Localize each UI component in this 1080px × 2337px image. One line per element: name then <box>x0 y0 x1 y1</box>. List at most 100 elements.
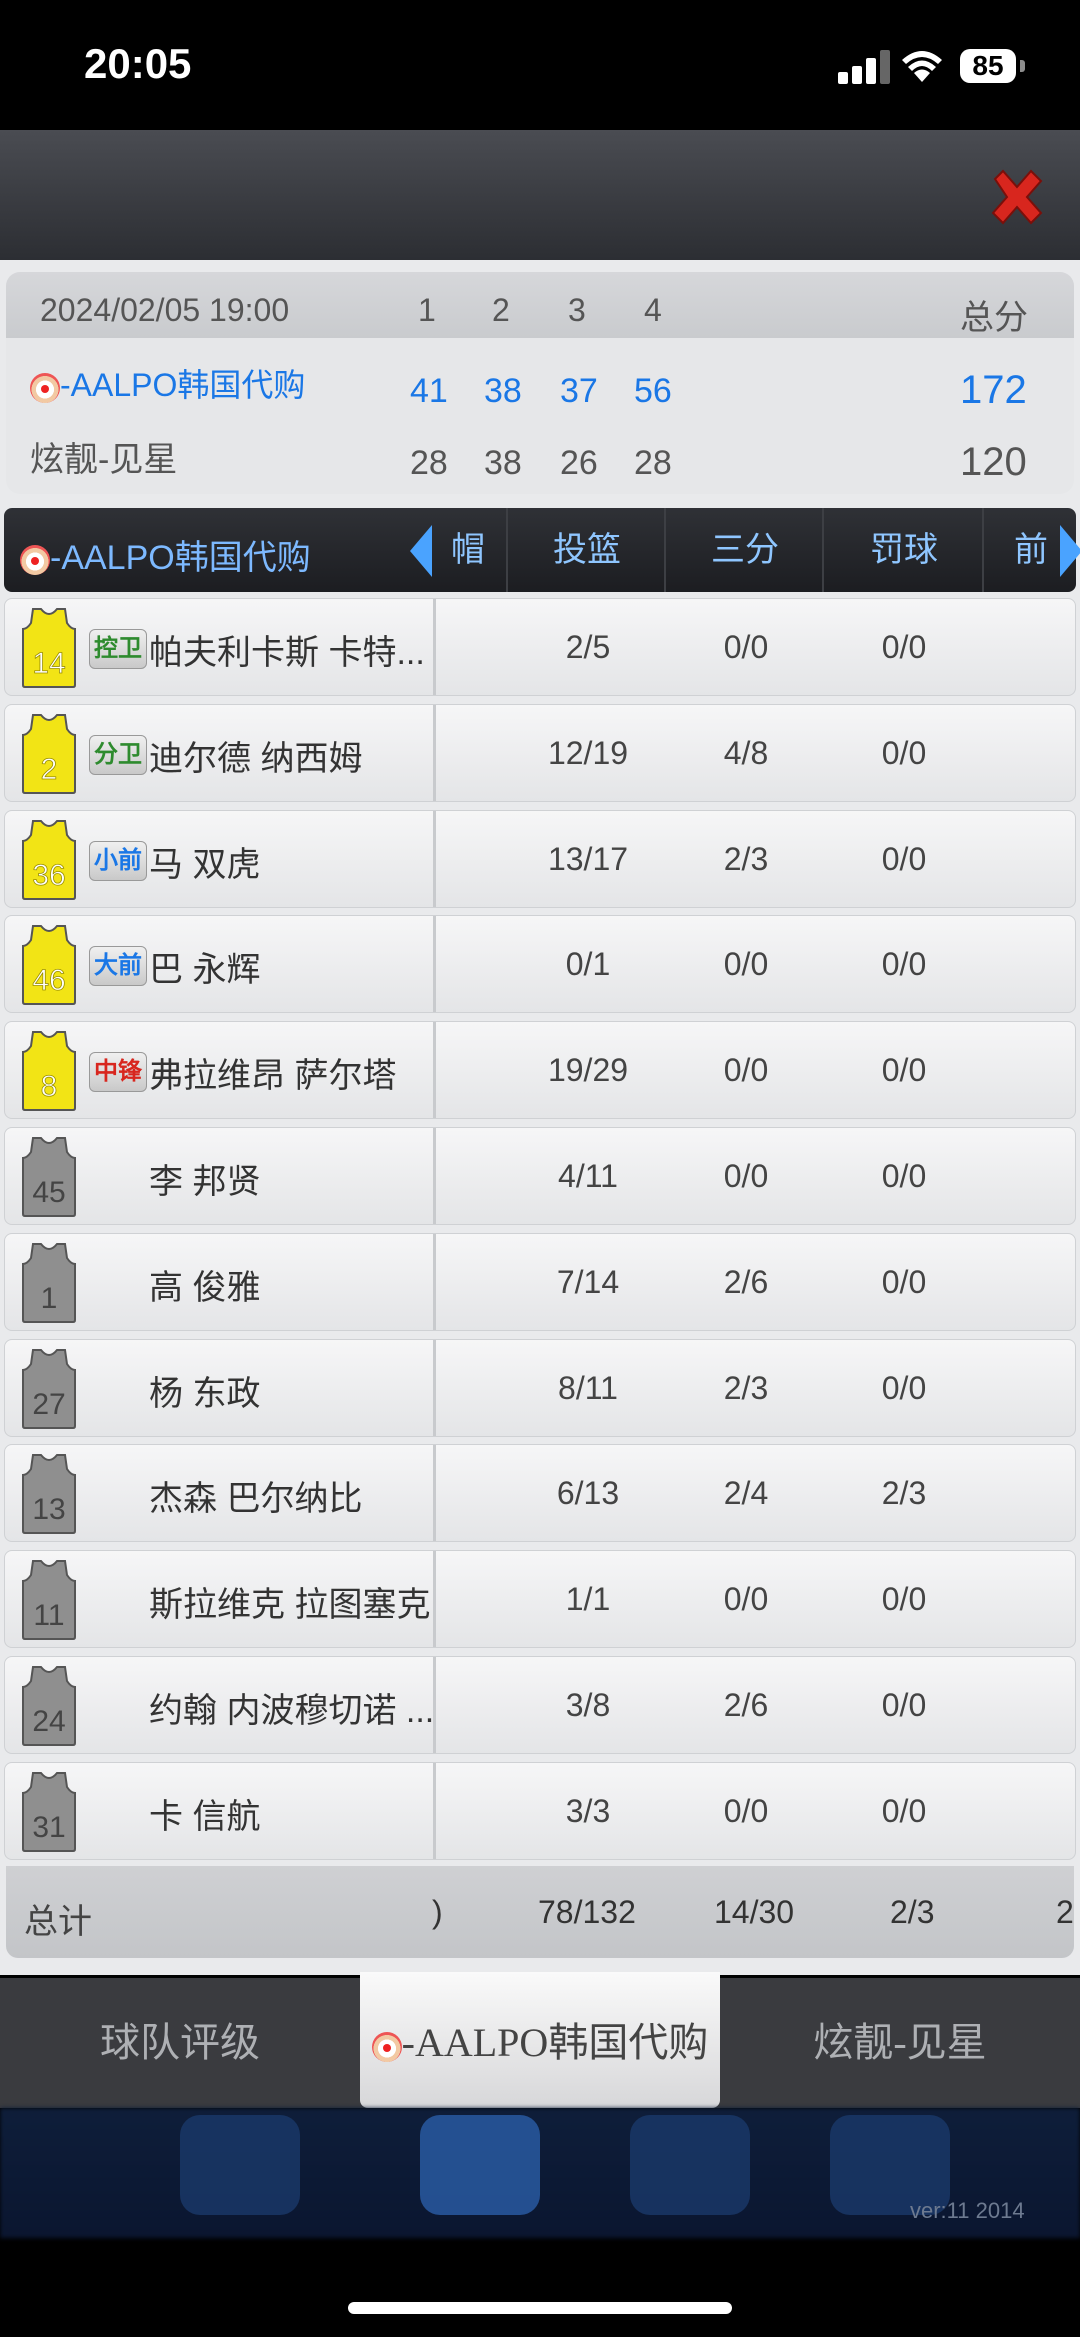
scroll-left-arrow-icon[interactable] <box>410 525 432 577</box>
total-cut-cell-right: 2 <box>1056 1894 1074 1930</box>
team-b-name: 炫靓-见星 <box>30 441 178 479</box>
stat-fg: 12/19 <box>547 735 629 771</box>
player-name: 马 双虎 <box>149 846 261 884</box>
battery-tip <box>1020 60 1025 72</box>
team-a-name: -AALPO韩国代购 <box>30 360 305 406</box>
player-row[interactable]: 24 约翰 内波穆切诺 ... 3/8 2/6 0/0 <box>4 1656 1076 1754</box>
player-name: 帕夫利卡斯 卡特... <box>149 634 425 672</box>
stat-fg: 19/29 <box>547 1052 629 1088</box>
close-icon[interactable] <box>985 165 1049 229</box>
svg-text:1: 1 <box>41 1282 58 1315</box>
svg-text:45: 45 <box>32 1176 65 1209</box>
jersey-icon: 14 <box>22 608 76 688</box>
player-name: 高 俊雅 <box>149 1269 261 1307</box>
clown-avatar-icon <box>371 2031 402 2062</box>
jersey-icon: 2 <box>22 714 76 794</box>
game-date: 2024/02/05 19:00 <box>40 292 290 328</box>
tab-team-a[interactable]: -AALPO韩国代购 <box>360 1978 720 2108</box>
stat-ft: 0/0 <box>881 1687 927 1723</box>
wifi-icon <box>902 51 942 82</box>
player-name: 约翰 内波穆切诺 ... <box>149 1692 435 1730</box>
stat-tp: 0/0 <box>723 1158 769 1194</box>
stat-fg: 2/5 <box>565 629 611 665</box>
quarter-3-label: 3 <box>568 292 586 328</box>
player-row[interactable]: 31 卡 信航 3/3 0/0 0/0 <box>4 1762 1076 1860</box>
quarter-4-label: 4 <box>644 292 662 328</box>
jersey-icon: 11 <box>22 1560 76 1640</box>
total-row-label: 总计 <box>24 1903 92 1941</box>
player-name: 巴 永辉 <box>149 951 261 989</box>
stat-tp: 0/0 <box>723 629 769 665</box>
stat-ft: 0/0 <box>881 1264 927 1300</box>
stat-tp: 2/6 <box>723 1264 769 1300</box>
col-header-partial[interactable]: 帽 <box>432 508 504 592</box>
stat-ft: 0/0 <box>881 1052 927 1088</box>
home-indicator[interactable] <box>348 2302 732 2314</box>
player-row[interactable]: 46 大前巴 永辉 0/1 0/0 0/0 <box>4 915 1076 1013</box>
team-a-total: 172 <box>960 368 1027 412</box>
stat-ft: 0/0 <box>881 841 927 877</box>
team-b-q1: 28 <box>410 444 448 482</box>
player-row[interactable]: 13 杰森 巴尔纳比 6/13 2/4 2/3 <box>4 1444 1076 1542</box>
stat-tp: 0/0 <box>723 946 769 982</box>
total-3p: 14/30 <box>714 1894 795 1930</box>
team-b-total: 120 <box>960 440 1027 484</box>
svg-text:36: 36 <box>32 859 65 892</box>
scroll-right-arrow-icon[interactable] <box>1060 525 1080 577</box>
stat-ft: 0/0 <box>881 629 927 665</box>
svg-text:24: 24 <box>32 1705 65 1738</box>
clown-avatar-icon <box>20 545 50 576</box>
position-badge: 中锋 <box>89 1052 147 1092</box>
table-team-name[interactable]: -AALPO韩国代购 <box>20 530 311 579</box>
player-row[interactable]: 2 分卫 迪尔德 纳西姆 12/19 4/8 0/0 <box>4 704 1076 802</box>
stat-fg: 13/17 <box>547 841 629 877</box>
player-row[interactable]: 11 斯拉维克 拉图塞克 1/1 0/0 0/0 <box>4 1550 1076 1648</box>
player-row[interactable]: 14 控卫 帕夫利卡斯 卡特... 2/5 0/0 0/0 <box>4 598 1076 696</box>
table-team-name-text: -AALPO韩国代购 <box>50 539 311 577</box>
team-b-q4: 28 <box>634 444 672 482</box>
stat-fg: 8/11 <box>558 1370 618 1406</box>
stat-ft: 0/0 <box>881 1793 927 1829</box>
stat-ft: 0/0 <box>881 946 927 982</box>
stat-fg: 4/11 <box>558 1158 618 1194</box>
position-badge: 控卫 <box>89 629 147 669</box>
jersey-icon: 24 <box>22 1666 76 1746</box>
player-row[interactable]: 1 高 俊雅 7/14 2/6 0/0 <box>4 1233 1076 1331</box>
jersey-icon: 46 <box>22 925 76 1005</box>
svg-text:31: 31 <box>32 1811 65 1844</box>
player-row[interactable]: 36 小前马 双虎 13/17 2/3 0/0 <box>4 810 1076 908</box>
status-time: 20:05 <box>84 40 192 87</box>
quarter-2-label: 2 <box>492 292 510 328</box>
jersey-icon: 1 <box>22 1243 76 1323</box>
stat-tp: 0/0 <box>723 1793 769 1829</box>
total-row: 总计 ) 78/132 14/30 2/3 2 <box>6 1866 1074 1958</box>
stat-fg: 1/1 <box>565 1581 611 1617</box>
team-b-q2: 38 <box>484 444 522 482</box>
stat-fg: 0/1 <box>565 946 611 982</box>
stat-fg: 3/8 <box>565 1687 611 1723</box>
tab-team-rating[interactable]: 球队评级 <box>0 1978 360 2108</box>
player-row[interactable]: 45 李 邦贤 4/11 0/0 0/0 <box>4 1127 1076 1225</box>
tab-team-b[interactable]: 炫靓-见星 <box>720 1978 1080 2108</box>
svg-text:27: 27 <box>32 1388 65 1421</box>
stat-fg: 6/13 <box>556 1475 620 1511</box>
team-a-q3: 37 <box>560 372 598 410</box>
total-fg: 78/132 <box>538 1894 636 1930</box>
top-bar <box>0 130 1080 260</box>
stat-tp: 4/8 <box>723 735 769 771</box>
col-header-ft[interactable]: 罚球 <box>822 508 984 592</box>
player-name: 迪尔德 纳西姆 <box>149 740 363 778</box>
player-row[interactable]: 27 杨 东政 8/11 2/3 0/0 <box>4 1339 1076 1437</box>
stat-tp: 0/0 <box>723 1052 769 1088</box>
player-row[interactable]: 8 中锋 弗拉维昂 萨尔塔 19/29 0/0 0/0 <box>4 1021 1076 1119</box>
svg-text:11: 11 <box>33 1599 64 1632</box>
quarter-1-label: 1 <box>418 292 436 328</box>
col-header-fg[interactable]: 投篮 <box>506 508 666 592</box>
svg-text:13: 13 <box>32 1493 65 1526</box>
svg-text:14: 14 <box>32 647 65 680</box>
position-badge: 小前 <box>89 841 147 881</box>
jersey-icon: 27 <box>22 1349 76 1429</box>
stat-tp: 0/0 <box>723 1581 769 1617</box>
col-header-3p[interactable]: 三分 <box>664 508 824 592</box>
stat-ft: 0/0 <box>881 735 927 771</box>
